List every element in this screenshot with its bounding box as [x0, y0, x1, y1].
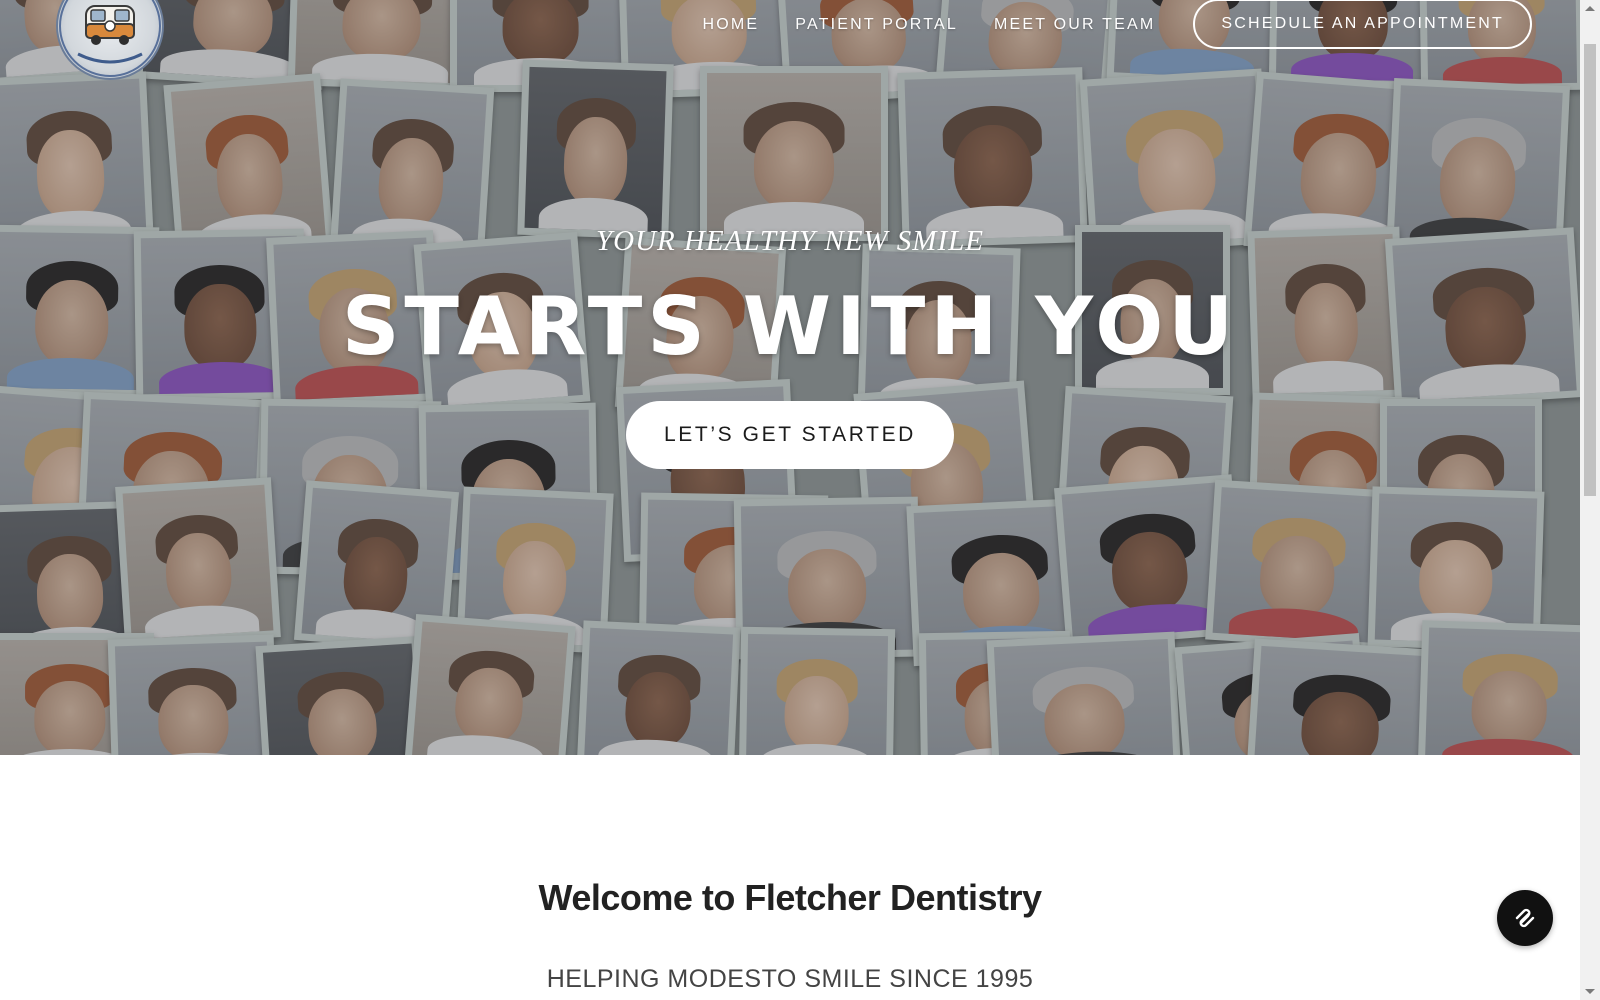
- welcome-section: Welcome to Fletcher Dentistry HELPING MO…: [0, 755, 1580, 1000]
- hero-content: YOUR HEALTHY NEW SMILE STARTS WITH YOU L…: [0, 225, 1580, 469]
- get-started-button[interactable]: LET’S GET STARTED: [626, 401, 954, 469]
- nav-home-link[interactable]: HOME: [702, 16, 759, 34]
- hero-kicker: YOUR HEALTHY NEW SMILE: [596, 225, 984, 257]
- hero-section: HOME PATIENT PORTAL MEET OUR TEAM SCHEDU…: [0, 0, 1580, 755]
- page-scrollbar[interactable]: [1580, 0, 1600, 1000]
- page: HOME PATIENT PORTAL MEET OUR TEAM SCHEDU…: [0, 0, 1600, 1000]
- scrollbar-thumb[interactable]: [1584, 44, 1596, 496]
- nav-meet-our-team-link[interactable]: MEET OUR TEAM: [994, 16, 1155, 34]
- scroll-down-icon[interactable]: [1585, 989, 1595, 994]
- hero-title: STARTS WITH YOU: [341, 280, 1239, 373]
- schedule-appointment-button[interactable]: SCHEDULE AN APPOINTMENT: [1193, 0, 1532, 49]
- welcome-subtitle: HELPING MODESTO SMILE SINCE 1995: [546, 965, 1034, 993]
- welcome-title: Welcome to Fletcher Dentistry: [538, 877, 1042, 918]
- nav-patient-portal-link[interactable]: PATIENT PORTAL: [795, 16, 958, 34]
- scroll-up-icon[interactable]: [1585, 6, 1595, 11]
- squarespace-icon: [1515, 908, 1535, 928]
- squarespace-badge-button[interactable]: [1497, 890, 1553, 946]
- main-nav: HOME PATIENT PORTAL MEET OUR TEAM SCHEDU…: [666, 0, 1532, 50]
